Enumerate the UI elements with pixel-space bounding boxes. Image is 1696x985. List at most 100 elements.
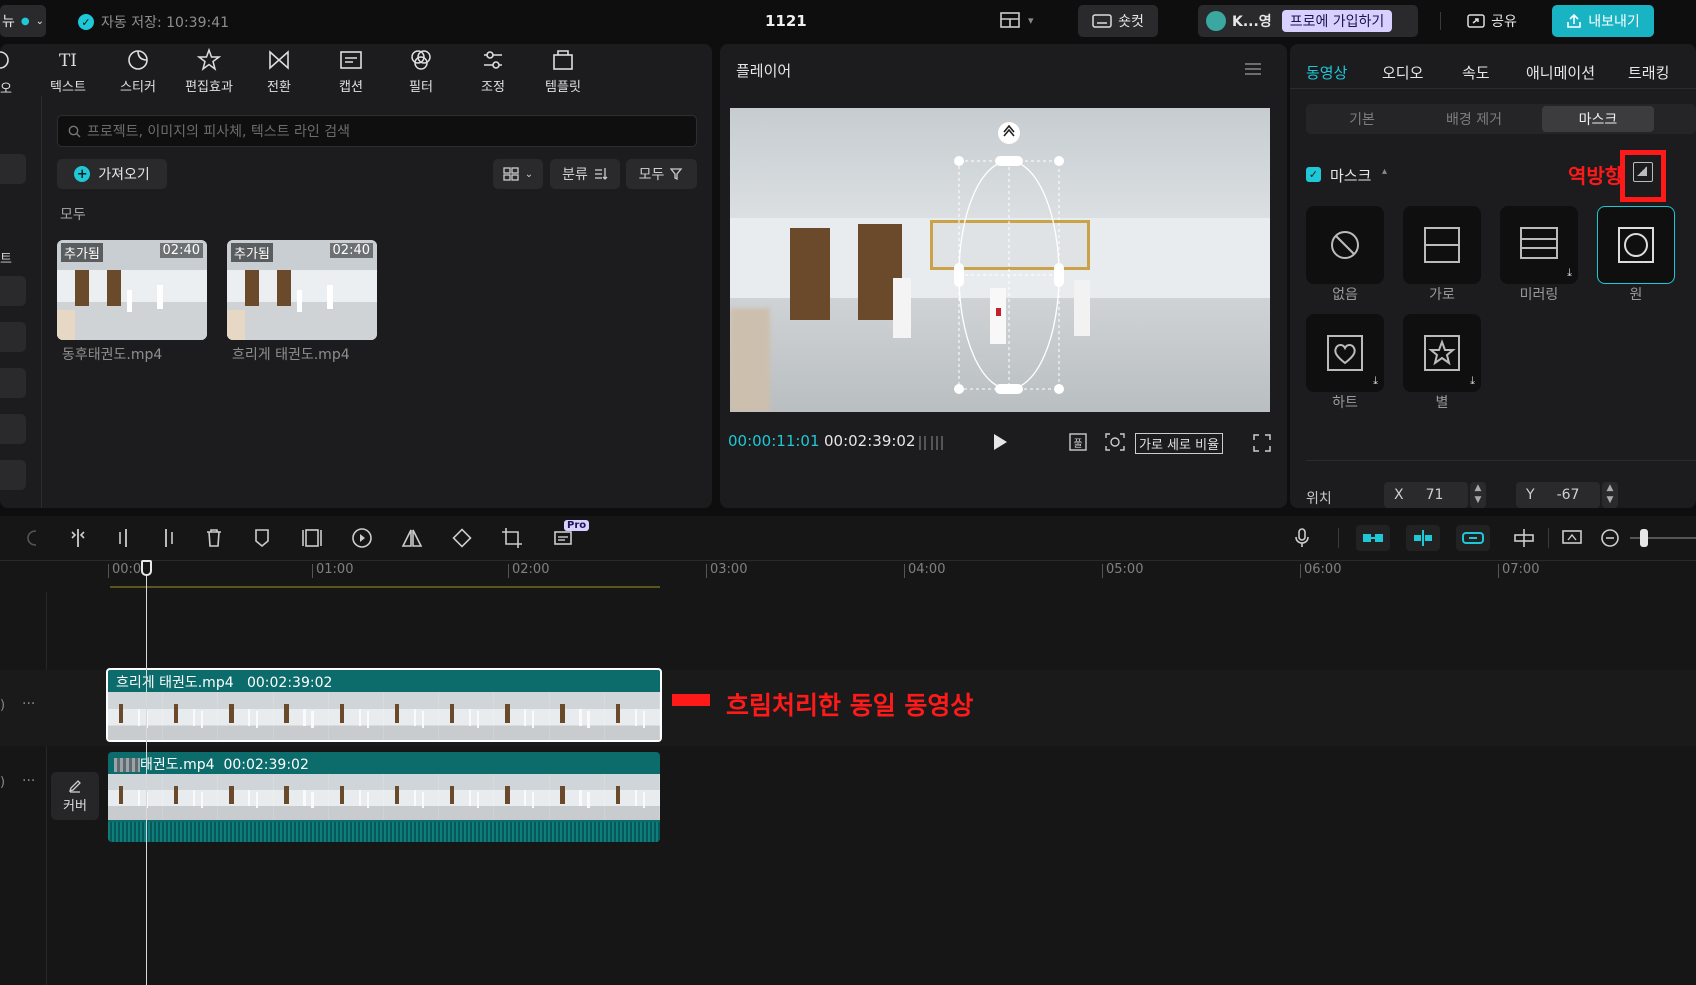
view-toggle[interactable]: ⌄ [493,159,543,189]
import-label: 가져오기 [98,167,150,183]
x-stepper[interactable]: ▲ ▼ [1470,482,1486,508]
delete-icon[interactable] [202,526,226,550]
status-dot-icon: ● [20,15,30,27]
media-search[interactable]: 프로젝트, 이미지의 피사체, 텍스트 라인 검색 [57,115,697,147]
category-transition[interactable]: 전환 [248,48,310,100]
sort-button[interactable]: 분류 [550,159,620,189]
main-track-magnet-button[interactable] [1356,525,1390,551]
track-audio-icon[interactable]: ) [0,698,5,713]
microphone-icon[interactable] [1290,526,1314,550]
menu-button[interactable]: 뉴 ● ⌄ [0,5,46,37]
share-label: 공유 [1491,14,1517,30]
media-item[interactable]: 추가됨 02:40 [57,240,207,340]
mask-type-horizontal[interactable] [1403,206,1481,284]
video-clip-blurred[interactable]: 흐리게 태권도.mp4 00:02:39:02 [106,668,662,742]
category-adjust[interactable]: 조정 [462,48,524,100]
collapse-icon[interactable]: ▴ [1382,166,1387,177]
sidebar-item[interactable] [0,460,26,490]
zoom-out-icon[interactable] [1598,526,1622,550]
search-input[interactable]: 프로젝트, 이미지의 피사체, 텍스트 라인 검색 [87,121,350,141]
keyboard-icon [1092,14,1112,28]
aspect-ratio-button[interactable]: 가로 세로 비율 [1135,433,1224,454]
subtab-basic[interactable]: 기본 [1306,104,1418,134]
section-label: 모두 [60,207,86,223]
category-template[interactable]: 템플릿 [532,48,594,100]
trim-right-icon[interactable] [156,526,180,550]
time-ruler[interactable]: 00:0 01:00 02:00 03:00 04:00 05:00 06:00 07:00 [0,562,1696,588]
props-tab[interactable]: 동영상 [1306,62,1347,83]
snap-button[interactable] [1406,525,1440,551]
freeze-icon[interactable] [300,526,324,550]
trim-left-icon[interactable] [112,526,136,550]
marker-icon[interactable] [250,526,274,550]
sidebar-item[interactable] [0,154,26,184]
category-label: 조정 [481,80,505,95]
transition-icon [269,50,289,70]
filter-button[interactable]: 모두 [626,159,697,189]
mask-type-none[interactable] [1306,206,1384,284]
mask-type-circle[interactable] [1597,206,1675,284]
category-text[interactable]: TI 텍스트 [37,48,99,100]
zoom-slider-handle[interactable] [1640,529,1648,547]
category-effects[interactable]: 편집효과 [178,48,240,100]
split-icon[interactable] [66,526,90,550]
track-audio-icon[interactable]: ) [0,775,5,790]
category-filter[interactable]: 필터 [390,48,452,100]
cover-button[interactable]: 커버 [51,772,99,820]
video-clip-main[interactable]: 태권도.mp4 00:02:39:02 [108,752,660,842]
edit-pencil-icon [68,779,81,793]
category-sticker[interactable]: 스티커 [107,48,169,100]
shortcut-button[interactable]: 숏컷 [1078,5,1158,37]
mask-type-star[interactable]: ⤓ [1403,314,1481,392]
mirror-flip-icon[interactable] [400,526,424,550]
position-x-field[interactable]: X 71 [1384,482,1468,508]
share-button[interactable]: 공유 [1456,5,1528,37]
props-tab[interactable]: 속도 [1462,62,1490,83]
mask-type-mirror[interactable]: ⤓ [1500,206,1578,284]
mask-type-heart[interactable]: ⤓ [1306,314,1384,392]
y-stepper[interactable]: ▲ ▼ [1602,482,1618,508]
redo-icon[interactable] [22,526,46,550]
category-partial-label[interactable]: 오 [0,78,12,97]
split-track-icon[interactable] [1512,526,1536,550]
import-button[interactable]: + 가져오기 [57,159,167,189]
sidebar-item[interactable] [0,414,26,444]
playhead[interactable] [146,566,147,985]
position-y-field[interactable]: Y -67 [1516,482,1600,508]
subtab-mask[interactable]: 마스크 [1542,106,1654,132]
ruler-tick [706,564,707,578]
timecode-grid-icon[interactable] [918,434,946,452]
preview-axis-icon[interactable] [1560,526,1584,550]
pro-join-button[interactable]: 프로에 가입하기 [1281,10,1393,32]
zoom-fit-icon[interactable] [1104,432,1126,452]
fullscreen-icon[interactable] [1253,434,1271,452]
caption-icon [340,51,362,69]
linkage-button[interactable] [1456,525,1490,551]
props-tab[interactable]: 오디오 [1382,62,1423,83]
export-button[interactable]: 내보내기 [1552,5,1654,37]
play-icon[interactable] [992,433,1008,451]
category-caption[interactable]: 캡션 [320,48,382,100]
sidebar-item[interactable] [0,276,26,306]
rotate-icon[interactable] [450,526,474,550]
more-icon[interactable]: ··· [22,773,35,789]
filter-icon [411,50,431,70]
more-icon[interactable]: ··· [22,696,35,712]
mask-overlay[interactable] [730,108,1270,412]
layout-button[interactable]: ▾ [1000,11,1034,29]
media-item[interactable]: 추가됨 02:40 [227,240,377,340]
playhead-handle[interactable] [141,560,152,576]
props-tab[interactable]: 애니메이션 [1526,62,1595,83]
props-tab[interactable]: 트래킹 [1628,62,1669,83]
sidebar-item[interactable] [0,368,26,398]
account-area[interactable]: K...영 프로에 가입하기 [1198,5,1418,37]
mask-checkbox[interactable]: ✓ [1306,167,1321,182]
quality-icon[interactable]: 풀 [1068,432,1088,452]
subtab-bg-remove[interactable]: 배경 제거 [1418,104,1530,134]
ruler-tick [508,564,509,578]
sidebar-item[interactable] [0,322,26,352]
video-preview[interactable] [730,108,1270,412]
crop-icon[interactable] [500,526,524,550]
menu-icon[interactable] [1244,62,1262,76]
reverse-play-icon[interactable] [350,526,374,550]
